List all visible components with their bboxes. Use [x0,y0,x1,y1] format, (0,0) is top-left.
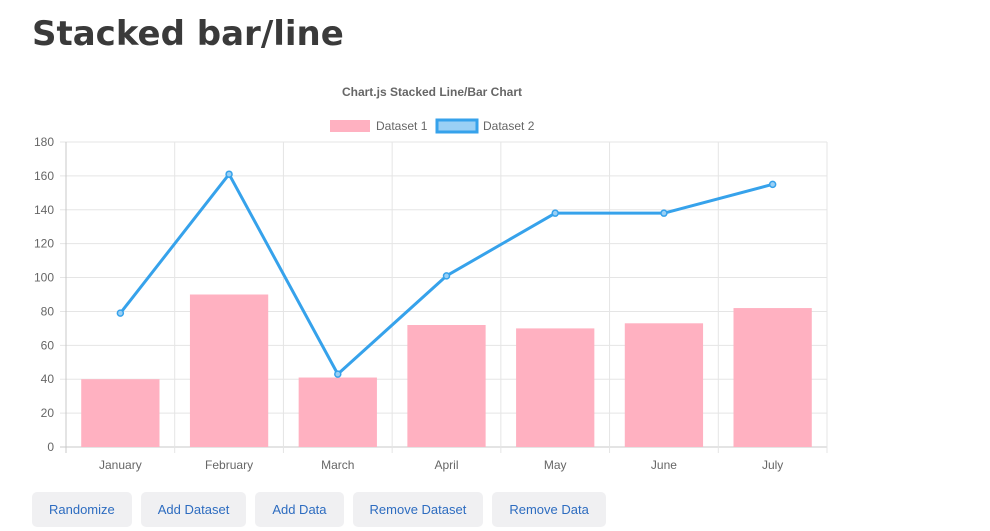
legend-swatch [330,120,370,132]
y-tick-label: 60 [41,338,55,352]
bar [516,328,595,447]
line-point [225,170,233,178]
x-tick-label: June [651,458,677,472]
x-tick-label: July [762,458,783,472]
y-tick-label: 40 [41,372,55,386]
x-tick-label: April [434,458,458,472]
y-tick-label: 0 [47,440,54,454]
y-axis: 0 20 40 60 80 100 120 140 160 180 [34,135,54,454]
line-point [551,209,559,217]
legend-swatch [435,118,479,134]
bar [298,377,377,447]
y-tick-label: 100 [34,271,54,285]
legend-label: Dataset 1 [376,119,428,133]
y-tick-label: 20 [41,406,55,420]
y-tick-label: 120 [34,237,54,251]
x-tick-label: March [321,458,354,472]
bar [407,325,486,447]
line-point [660,209,668,217]
button-row: Randomize Add Dataset Add Data Remove Da… [32,492,606,527]
add-dataset-button[interactable]: Add Dataset [140,492,247,527]
x-tick-label: May [544,458,567,472]
page-title: Stacked bar/line [32,14,344,54]
legend-item[interactable]: Dataset 1 [330,119,428,133]
legend-item[interactable]: Dataset 2 [435,118,535,134]
chart-title: Chart.js Stacked Line/Bar Chart [342,85,522,99]
x-axis: January February March April May June July [99,458,783,472]
bar [81,379,160,447]
remove-dataset-button[interactable]: Remove Dataset [352,492,484,527]
line-point [334,370,342,378]
bar [189,294,269,447]
y-tick-label: 180 [34,135,54,149]
add-data-button[interactable]: Add Data [255,492,344,527]
stacked-bar-line-chart: Chart.js Stacked Line/Bar Chart Dataset … [34,85,828,472]
line-point [442,272,451,280]
bar [624,323,704,447]
y-tick-label: 140 [34,203,54,217]
bar [733,308,812,447]
line-point [768,180,777,189]
randomize-button[interactable]: Randomize [32,492,132,527]
legend-label: Dataset 2 [483,119,535,133]
bar-series [81,294,812,447]
x-tick-label: February [205,458,253,472]
line-point [116,309,125,317]
chart-legend[interactable]: Dataset 1 Dataset 2 [330,118,535,134]
remove-data-button[interactable]: Remove Data [492,492,606,527]
y-tick-label: 80 [41,304,55,318]
y-tick-label: 160 [34,169,54,183]
x-tick-label: January [99,458,142,472]
